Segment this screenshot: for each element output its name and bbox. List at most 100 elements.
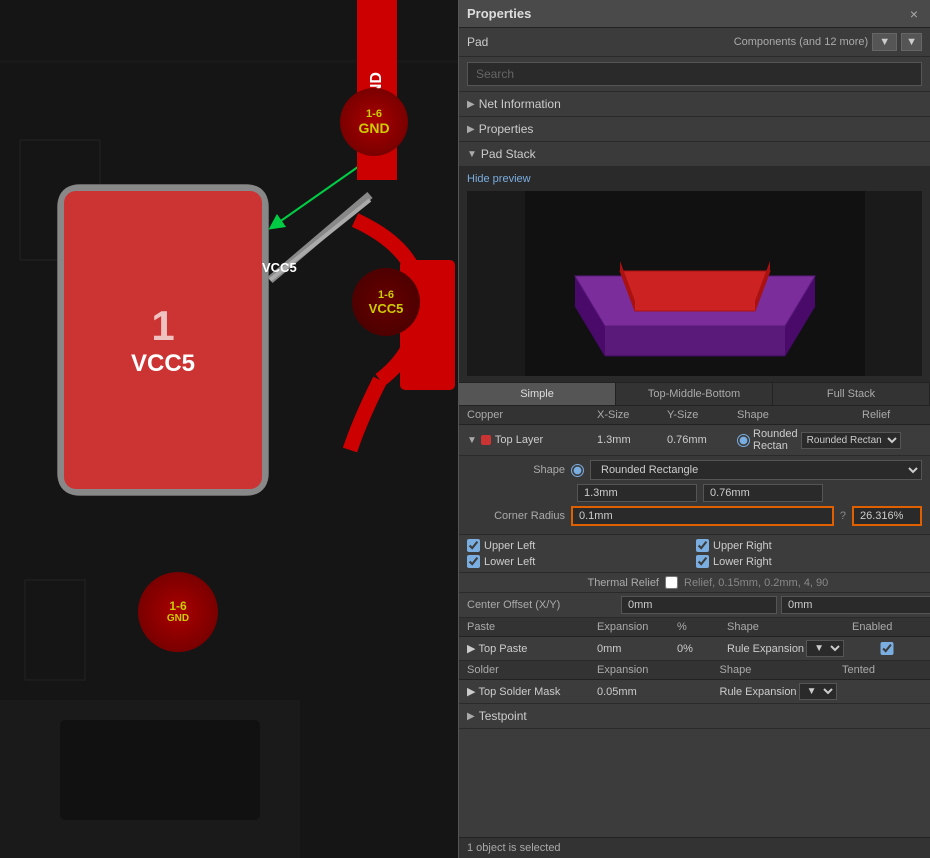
upper-left-checkbox[interactable] xyxy=(467,539,480,552)
tab-top-middle-bottom[interactable]: Top-Middle-Bottom xyxy=(616,383,773,405)
pad-preview-svg xyxy=(525,191,865,376)
vcc5-circle: 1-6 VCC5 xyxy=(352,268,420,336)
solder-col-solder: Solder xyxy=(467,664,597,676)
solder-col-shape: Shape xyxy=(720,664,843,676)
center-offset-label: Center Offset (X/Y) xyxy=(467,599,617,611)
checkboxes-grid: Upper Left Upper Right Lower Left Lower … xyxy=(467,539,922,568)
top-solder-name-cell: ▶ Top Solder Mask xyxy=(467,685,597,698)
center-offset-y[interactable] xyxy=(781,596,930,614)
upper-right-item: Upper Right xyxy=(696,539,922,552)
paste-table-header: Paste Expansion % Shape Enabled xyxy=(459,618,930,637)
solder-col-expansion: Expansion xyxy=(597,664,720,676)
upper-right-label: Upper Right xyxy=(713,540,772,552)
upper-right-checkbox[interactable] xyxy=(696,539,709,552)
shape-radio-btn[interactable] xyxy=(571,464,584,477)
center-offset-x[interactable] xyxy=(621,596,777,614)
top-solder-shape: Rule Expansion xyxy=(720,686,797,698)
paste-col-percent: % xyxy=(677,621,727,633)
top-layer-ysize: 0.76mm xyxy=(667,434,737,446)
top-paste-expansion: 0mm xyxy=(597,643,677,655)
search-input[interactable] xyxy=(467,62,922,86)
properties-arrow: ▶ xyxy=(467,124,475,135)
corner-percent-input[interactable] xyxy=(852,506,922,526)
corner-radius-label: Corner Radius xyxy=(475,510,565,522)
solder-table-header: Solder Expansion Shape Tented xyxy=(459,661,930,680)
layer-name-cell: ▼ Top Layer xyxy=(467,434,597,446)
corner-help-icon[interactable]: ? xyxy=(840,510,846,522)
gnd-bottom-label: GND xyxy=(167,613,189,624)
paste-col-shape: Shape xyxy=(727,621,852,633)
testpoint-section[interactable]: ▶ Testpoint xyxy=(459,704,930,729)
dropdown-button[interactable]: ▼ xyxy=(901,33,922,51)
filter-button[interactable]: ▼ xyxy=(872,33,897,51)
properties-section-header[interactable]: ▶ Properties xyxy=(459,117,930,142)
top-paste-expand-icon: ▶ xyxy=(467,642,475,655)
thermal-label: Thermal Relief xyxy=(569,577,659,589)
pcb-canvas: GND 1-6 GND 1 VCC5 VCC5 1-6 VCC5 1-6 GND xyxy=(0,0,458,858)
gnd-bottom-pin: 1-6 xyxy=(169,600,186,613)
pad-number: 1 xyxy=(151,302,174,350)
top-paste-percent: 0% xyxy=(677,643,727,655)
preview-area: Hide preview xyxy=(459,167,930,383)
shape-dropdown[interactable]: Rounded Rectangle xyxy=(590,460,922,480)
padstack-arrow: ▼ xyxy=(467,149,477,160)
layer-color-dot xyxy=(481,435,491,445)
pad-3d-preview xyxy=(467,191,922,376)
center-offset-row: Center Offset (X/Y) xyxy=(459,593,930,618)
top-paste-label: Top Paste xyxy=(478,643,527,655)
net-info-arrow: ▶ xyxy=(467,99,475,110)
y-size-input[interactable] xyxy=(703,484,823,502)
col-shape: Shape xyxy=(737,409,862,421)
checkboxes-section: Upper Left Upper Right Lower Left Lower … xyxy=(459,535,930,573)
padstack-header[interactable]: ▼ Pad Stack xyxy=(459,142,930,167)
gnd-bottom-circle: 1-6 GND xyxy=(138,572,218,652)
thermal-row: Thermal Relief Relief, 0.15mm, 0.2mm, 4,… xyxy=(459,573,930,593)
search-row xyxy=(459,57,930,92)
lower-left-checkbox[interactable] xyxy=(467,555,480,568)
xy-row xyxy=(475,484,922,502)
gnd-top-circle: 1-6 GND xyxy=(340,88,408,156)
paste-col-enabled: Enabled xyxy=(852,621,922,633)
top-solder-row: ▶ Top Solder Mask 0.05mm Rule Expansion … xyxy=(459,680,930,704)
top-solder-expand-icon: ▶ xyxy=(467,685,475,698)
padstack-label: Pad Stack xyxy=(481,147,536,161)
thermal-checkbox[interactable] xyxy=(665,576,678,589)
net-information-header[interactable]: ▶ Net Information xyxy=(459,92,930,117)
gnd-pin-label: 1-6 xyxy=(366,108,382,120)
lower-left-item: Lower Left xyxy=(467,555,693,568)
top-solder-shape-cell: Rule Expansion ▼ xyxy=(720,683,843,700)
shape-radio[interactable] xyxy=(737,434,750,447)
tab-simple[interactable]: Simple xyxy=(459,383,616,405)
vcc5-pad[interactable]: 1 VCC5 xyxy=(58,185,268,495)
pad-row: Pad Components (and 12 more) ▼ ▼ xyxy=(459,28,930,57)
top-paste-enabled[interactable] xyxy=(852,642,922,655)
shape-select-inline[interactable]: Rounded Rectan xyxy=(801,432,901,449)
layer-expand-icon: ▼ xyxy=(467,435,477,446)
top-paste-row: ▶ Top Paste 0mm 0% Rule Expansion ▼ xyxy=(459,637,930,661)
pad-label: Pad xyxy=(467,35,488,49)
top-solder-label: Top Solder Mask xyxy=(478,686,560,698)
tab-full-stack[interactable]: Full Stack xyxy=(773,383,930,405)
lower-right-checkbox[interactable] xyxy=(696,555,709,568)
top-solder-shape-dropdown[interactable]: ▼ xyxy=(799,683,837,700)
hide-preview-link[interactable]: Hide preview xyxy=(467,173,922,185)
col-relief: Relief xyxy=(862,409,922,421)
col-copper: Copper xyxy=(467,409,597,421)
corner-radius-input[interactable] xyxy=(571,506,834,526)
upper-left-label: Upper Left xyxy=(484,540,535,552)
close-button[interactable]: × xyxy=(906,6,922,22)
top-layer-xsize: 1.3mm xyxy=(597,434,667,446)
properties-label: Properties xyxy=(479,122,534,136)
shape-form-label: Shape xyxy=(475,464,565,476)
top-layer-name: Top Layer xyxy=(495,434,543,446)
top-paste-shape-dropdown[interactable]: ▼ xyxy=(806,640,844,657)
lower-right-item: Lower Right xyxy=(696,555,922,568)
top-layer-row[interactable]: ▼ Top Layer 1.3mm 0.76mm Rounded Rectan … xyxy=(459,425,930,456)
top-paste-name-cell: ▶ Top Paste xyxy=(467,642,597,655)
components-text: Components (and 12 more) xyxy=(734,36,869,48)
stack-tabs: Simple Top-Middle-Bottom Full Stack xyxy=(459,383,930,406)
net-information-label: Net Information xyxy=(479,97,561,111)
vcc5-circle-label: VCC5 xyxy=(369,301,404,316)
x-size-input[interactable] xyxy=(577,484,697,502)
gnd-net-label: GND xyxy=(358,120,389,136)
